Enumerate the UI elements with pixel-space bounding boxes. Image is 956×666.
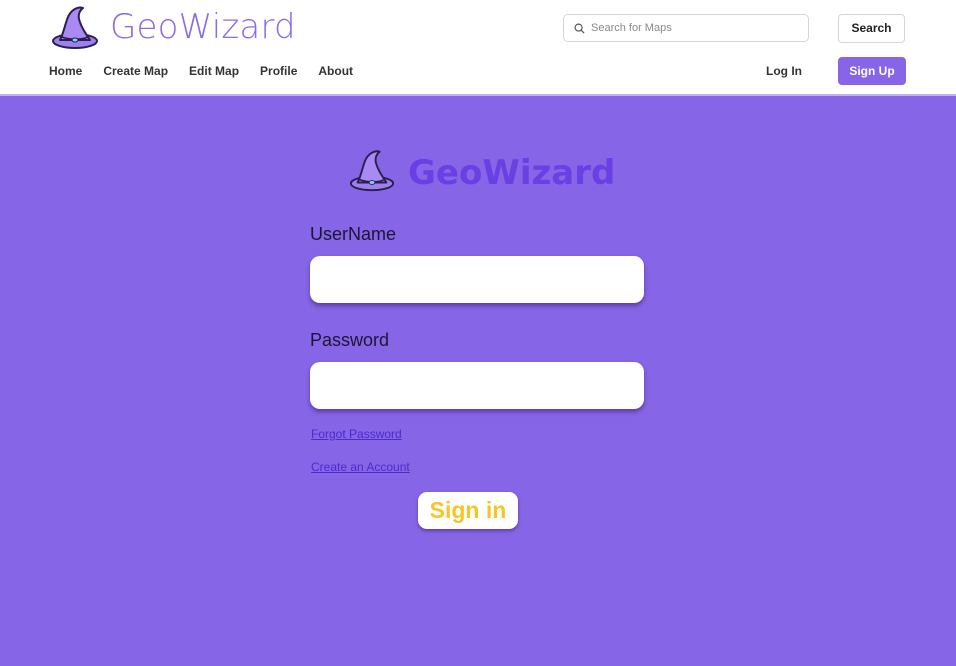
- main-nav: Home Create Map Edit Map Profile About: [49, 64, 374, 78]
- brand-logo[interactable]: GeoWizard: [50, 2, 296, 52]
- brand-name: GeoWizard: [110, 7, 296, 47]
- username-label: UserName: [310, 224, 397, 244]
- create-account-link[interactable]: Create an Account: [311, 460, 410, 474]
- password-label: Password: [310, 330, 390, 350]
- search-box: [563, 14, 809, 42]
- nav-about[interactable]: About: [318, 64, 353, 78]
- login-logo-text: GeoWizard: [408, 153, 616, 193]
- nav-create-map[interactable]: Create Map: [103, 64, 168, 78]
- search-button[interactable]: Search: [838, 14, 905, 43]
- wizard-hat-icon: [52, 6, 98, 49]
- login-logo: GeoWizard: [348, 147, 615, 193]
- username-input[interactable]: [310, 256, 644, 303]
- nav-home[interactable]: Home: [49, 64, 82, 78]
- search-input[interactable]: [591, 22, 791, 34]
- login-link[interactable]: Log In: [766, 64, 802, 78]
- signup-button[interactable]: Sign Up: [838, 57, 906, 85]
- nav-profile[interactable]: Profile: [260, 64, 297, 78]
- forgot-password-link[interactable]: Forgot Password: [311, 427, 402, 441]
- password-input[interactable]: [310, 362, 644, 409]
- sign-in-button[interactable]: Sign in: [418, 492, 518, 529]
- search-icon: [574, 23, 585, 34]
- top-header: GeoWizard Search Home Create Map Edit Ma…: [0, 0, 956, 96]
- nav-edit-map[interactable]: Edit Map: [189, 64, 239, 78]
- wizard-hat-icon: [349, 150, 395, 192]
